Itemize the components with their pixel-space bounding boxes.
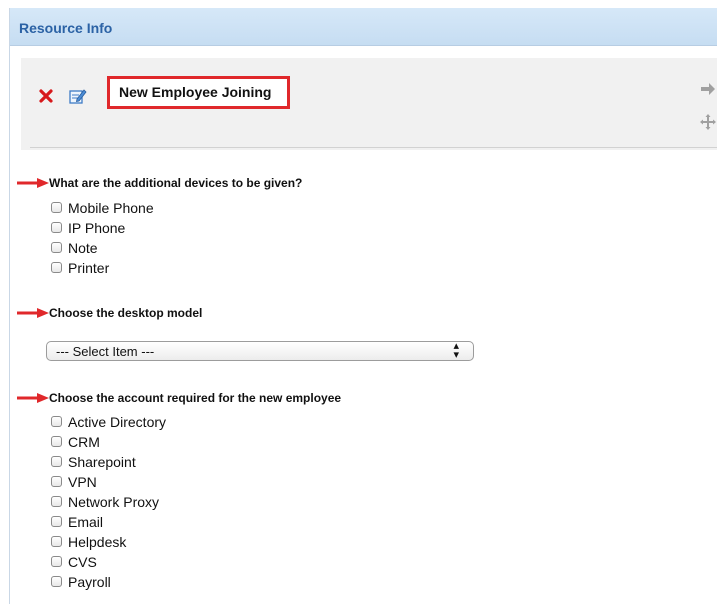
checkbox[interactable] (51, 476, 62, 487)
checkbox[interactable] (51, 496, 62, 507)
checkbox[interactable] (51, 222, 62, 233)
option-label: Helpdesk (68, 534, 127, 550)
annotation-arrow-icon (17, 178, 49, 188)
option-label: CVS (68, 554, 97, 570)
checkbox[interactable] (51, 456, 62, 467)
arrow-right-icon[interactable] (699, 80, 717, 98)
option-label: Active Directory (68, 414, 167, 430)
option-label: VPN (68, 474, 97, 490)
annotation-arrow-icon (17, 308, 49, 318)
option-label: Sharepoint (68, 454, 136, 470)
checkbox[interactable] (51, 262, 62, 273)
option-label: Printer (68, 260, 110, 276)
delete-icon[interactable] (39, 89, 53, 103)
checkbox[interactable] (51, 576, 62, 587)
panel-header: Resource Info (10, 8, 717, 46)
checkbox[interactable] (51, 416, 62, 427)
select-value: --- Select Item --- (56, 344, 155, 359)
request-title: New Employee Joining (119, 84, 272, 100)
question-label: What are the additional devices to be gi… (49, 176, 303, 190)
option-label: Payroll (68, 574, 111, 590)
question-label: Choose the desktop model (49, 306, 203, 320)
question-label: Choose the account required for the new … (49, 391, 342, 405)
panel-title: Resource Info (19, 20, 113, 36)
checkbox[interactable] (51, 516, 62, 527)
card-divider (30, 147, 717, 148)
option-label: Email (68, 514, 104, 530)
option-label: CRM (68, 434, 100, 450)
option-label: IP Phone (68, 220, 126, 236)
select-arrows-icon: ▴ ▾ (453, 340, 459, 361)
checkbox[interactable] (51, 436, 62, 447)
desktop-model-select[interactable]: --- Select Item --- ▴ ▾ (46, 341, 474, 361)
checkbox[interactable] (51, 556, 62, 567)
checkbox[interactable] (51, 536, 62, 547)
option-label: Mobile Phone (68, 200, 154, 216)
option-label: Network Proxy (68, 494, 160, 510)
option-label: Note (68, 240, 98, 256)
checkbox[interactable] (51, 202, 62, 213)
annotation-arrow-icon (17, 393, 49, 403)
move-icon[interactable] (699, 113, 717, 131)
checkbox[interactable] (51, 242, 62, 253)
request-title-box: New Employee Joining (107, 76, 290, 109)
edit-icon[interactable] (69, 87, 87, 105)
